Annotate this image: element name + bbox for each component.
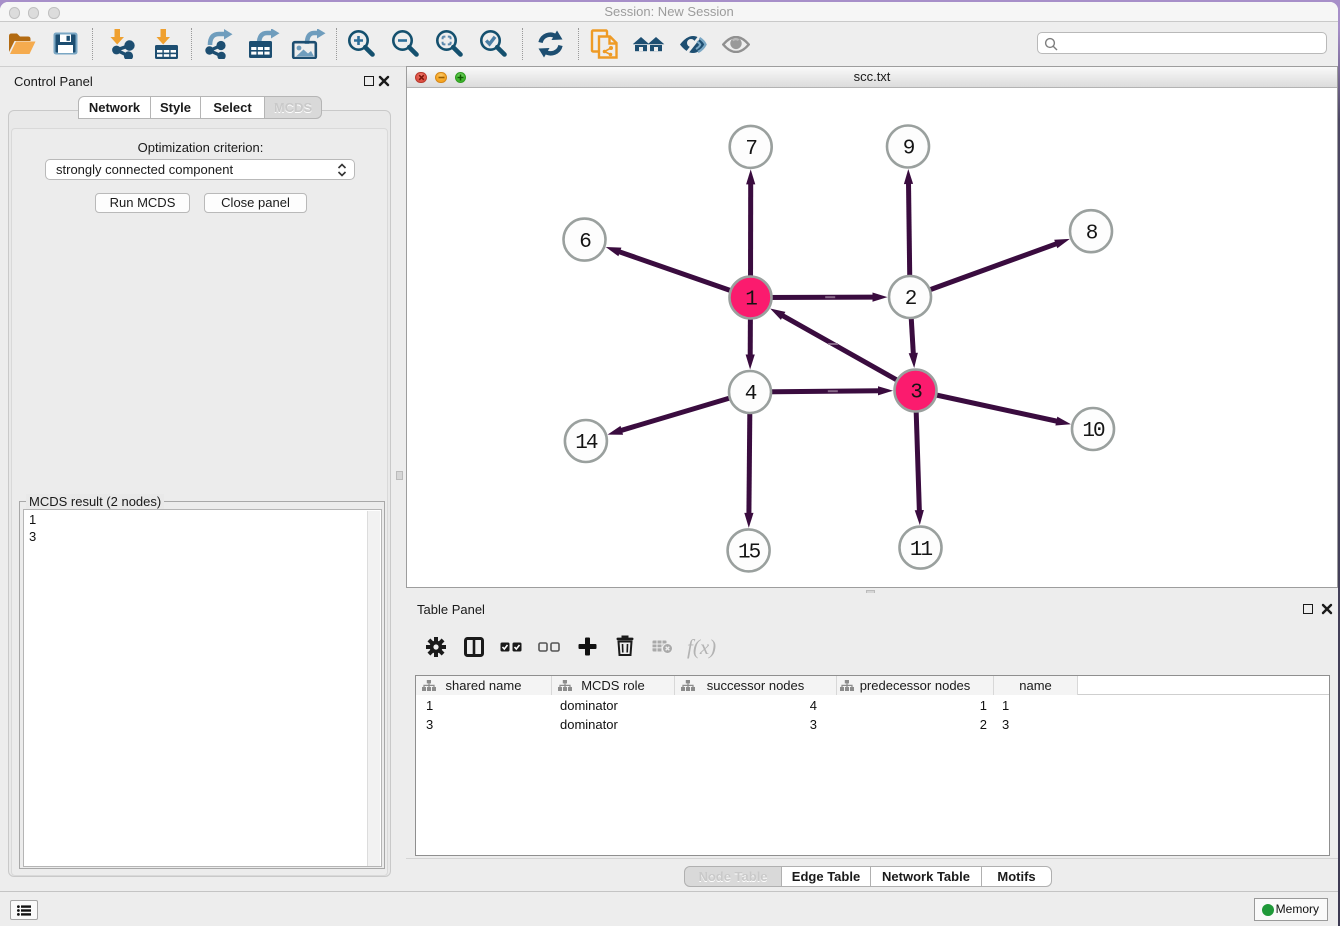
svg-text:10: 10 [1082,420,1105,443]
svg-text:15: 15 [738,542,761,565]
svg-text:11: 11 [910,539,933,562]
svg-text:4: 4 [745,383,757,406]
svg-text:7: 7 [745,138,756,161]
svg-text:3: 3 [910,382,922,405]
svg-text:6: 6 [579,231,591,254]
svg-text:14: 14 [575,432,598,455]
svg-text:2: 2 [905,288,917,311]
svg-text:8: 8 [1086,222,1098,245]
svg-text:9: 9 [903,138,915,161]
svg-text:1: 1 [745,289,757,312]
